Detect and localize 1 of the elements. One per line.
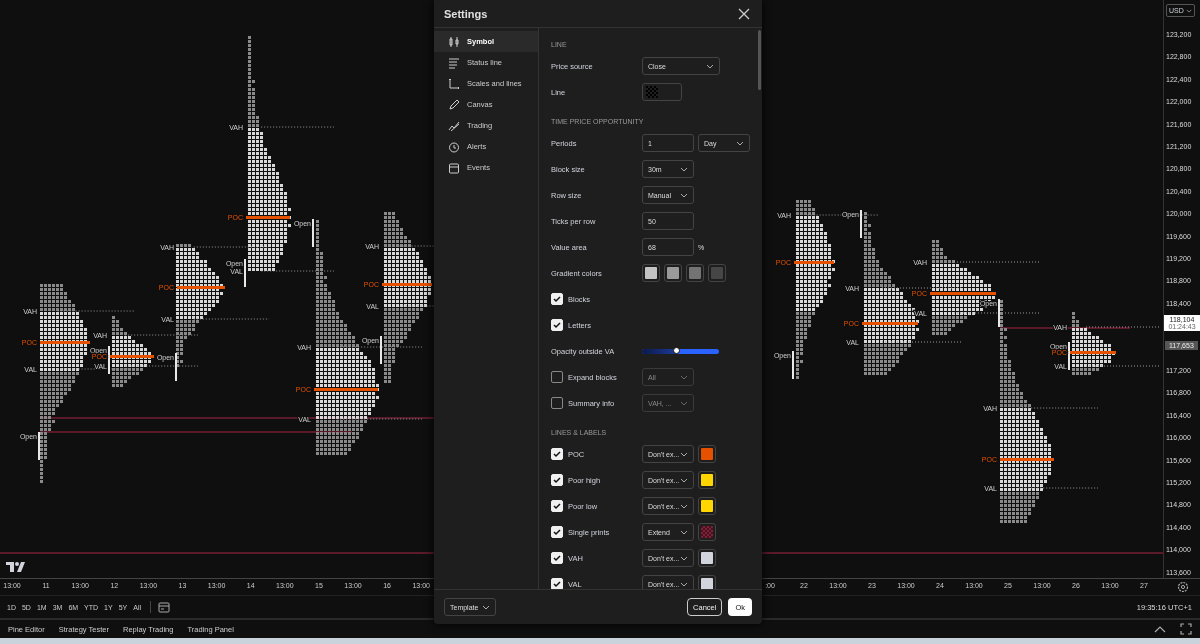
dialog-title: Settings (444, 7, 488, 20)
